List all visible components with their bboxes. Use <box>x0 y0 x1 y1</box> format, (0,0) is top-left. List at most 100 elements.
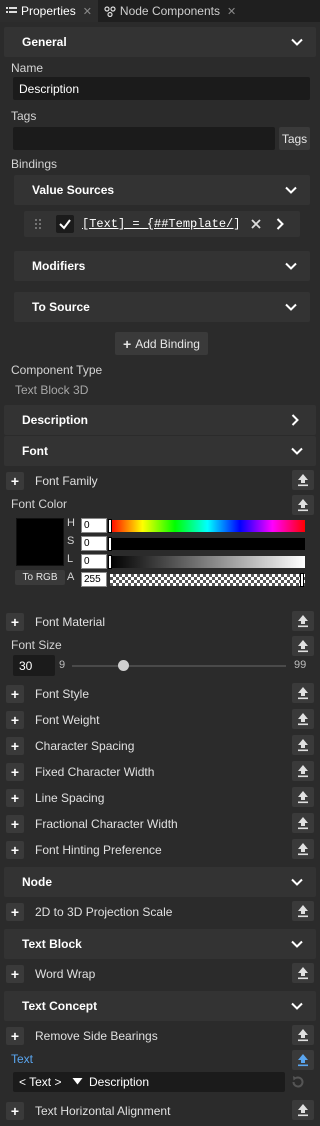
prop-name: Font Weight <box>35 713 100 727</box>
add-property-button[interactable]: + <box>6 613 24 631</box>
add-property-button[interactable]: + <box>6 841 24 859</box>
upload-icon[interactable] <box>292 963 314 983</box>
tab-properties[interactable]: Properties ✕ <box>0 0 98 22</box>
remove-icon[interactable] <box>251 219 261 229</box>
subsection-title: Modifiers <box>32 259 86 273</box>
add-property-button[interactable]: + <box>6 711 24 729</box>
component-type-value: Text Block 3D <box>15 383 89 397</box>
caret-down-icon[interactable] <box>72 1077 83 1085</box>
section-description[interactable]: Description <box>4 405 316 435</box>
tags-label: Tags <box>11 109 37 123</box>
lightness-input[interactable]: 0 <box>81 554 107 569</box>
hue-input[interactable]: 0 <box>81 518 107 533</box>
alpha-input[interactable]: 255 <box>81 572 107 587</box>
section-general[interactable]: General <box>4 27 316 57</box>
subsection-title: Value Sources <box>32 183 115 197</box>
add-property-button[interactable]: + <box>6 965 24 983</box>
l-label: L <box>67 553 74 565</box>
lightness-slider[interactable] <box>110 556 305 568</box>
add-binding-button[interactable]: + Add Binding <box>115 332 208 355</box>
section-node[interactable]: Node <box>4 867 316 897</box>
text-type-selector[interactable]: < Text > <box>19 1075 61 1089</box>
hue-handle[interactable] <box>108 519 112 533</box>
upload-icon[interactable] <box>292 495 314 515</box>
name-label: Name <box>11 61 44 75</box>
alpha-slider[interactable] <box>110 574 305 586</box>
upload-icon[interactable] <box>292 813 314 833</box>
to-source-header[interactable]: To Source <box>14 292 310 322</box>
upload-icon[interactable] <box>292 709 314 729</box>
tags-button[interactable]: Tags <box>279 127 310 150</box>
upload-icon[interactable] <box>292 901 314 921</box>
tags-input[interactable] <box>13 127 275 150</box>
prop-row-remove-side-bearings: + Remove Side Bearings <box>4 1025 316 1047</box>
to-rgb-button[interactable]: To RGB <box>15 570 65 585</box>
prop-row-word-wrap: + Word Wrap <box>4 963 316 985</box>
add-property-button[interactable]: + <box>6 815 24 833</box>
upload-icon[interactable] <box>292 1100 314 1120</box>
add-property-button[interactable]: + <box>6 763 24 781</box>
section-text-block[interactable]: Text Block <box>4 929 316 959</box>
upload-icon[interactable] <box>292 683 314 703</box>
upload-icon[interactable] <box>292 1025 314 1045</box>
add-property-button[interactable]: + <box>6 789 24 807</box>
add-property-button[interactable]: + <box>6 1027 24 1045</box>
close-icon[interactable]: ✕ <box>227 5 236 18</box>
chevron-right-icon <box>291 414 299 426</box>
drag-handle-icon[interactable] <box>35 219 41 229</box>
subsection-title: To Source <box>32 300 90 314</box>
saturation-input[interactable]: 0 <box>81 536 107 551</box>
upload-icon[interactable] <box>292 787 314 807</box>
font-color-label: Font Color <box>11 497 68 511</box>
font-size-slider-track[interactable] <box>72 665 286 667</box>
prop-row-fractional-character-width: + Fractional Character Width <box>4 813 316 835</box>
upload-icon[interactable] <box>292 1050 314 1070</box>
binding-checkbox[interactable] <box>56 215 74 233</box>
font-size-slider-thumb[interactable] <box>118 660 129 671</box>
prop-name: Font Family <box>35 474 98 488</box>
add-property-button[interactable]: + <box>6 472 24 490</box>
section-font[interactable]: Font <box>4 436 316 466</box>
prop-name: Text Horizontal Alignment <box>35 1104 171 1118</box>
chevron-down-icon <box>291 940 303 948</box>
lightness-handle[interactable] <box>108 555 112 569</box>
upload-icon[interactable] <box>292 839 314 859</box>
reset-icon[interactable] <box>290 1074 306 1090</box>
chevron-down-icon <box>291 447 303 455</box>
add-property-button[interactable]: + <box>6 737 24 755</box>
add-property-button[interactable]: + <box>6 1102 24 1120</box>
text-value[interactable]: Description <box>89 1075 149 1089</box>
upload-icon[interactable] <box>292 611 314 631</box>
text-value-field[interactable]: < Text > Description <box>13 1072 285 1092</box>
value-sources-header[interactable]: Value Sources <box>14 175 310 205</box>
prop-row-font-material: + Font Material <box>4 611 316 633</box>
saturation-handle[interactable] <box>108 537 112 551</box>
bindings-label: Bindings <box>11 157 58 171</box>
tab-node-components[interactable]: Node Components ✕ <box>98 0 242 22</box>
prop-row-text-horizontal-alignment: + Text Horizontal Alignment <box>4 1100 316 1122</box>
upload-icon[interactable] <box>292 636 314 656</box>
upload-icon[interactable] <box>292 761 314 781</box>
prop-name: Font Hinting Preference <box>35 843 162 857</box>
prop-name: Font Material <box>35 615 106 629</box>
upload-icon[interactable] <box>292 470 314 490</box>
chevron-down-icon <box>285 303 297 311</box>
hue-slider[interactable] <box>110 520 305 532</box>
modifiers-header[interactable]: Modifiers <box>14 251 310 281</box>
name-field[interactable]: Description <box>13 77 310 100</box>
font-size-label: Font Size <box>11 638 62 652</box>
binding-expression[interactable]: [Text] = {##Template/] <box>82 217 238 231</box>
font-size-input[interactable]: 30 <box>13 655 55 676</box>
upload-icon[interactable] <box>292 735 314 755</box>
binding-row: [Text] = {##Template/] <box>24 211 300 237</box>
saturation-slider[interactable] <box>110 538 305 550</box>
close-icon[interactable]: ✕ <box>83 5 92 18</box>
add-property-button[interactable]: + <box>6 685 24 703</box>
component-type-label: Component Type <box>11 363 103 377</box>
prop-name: Fixed Character Width <box>35 765 155 779</box>
chevron-right-icon[interactable] <box>276 218 284 230</box>
color-swatch[interactable] <box>16 518 64 566</box>
add-property-button[interactable]: + <box>6 903 24 921</box>
section-text-concept[interactable]: Text Concept <box>4 991 316 1021</box>
alpha-handle[interactable] <box>300 573 304 587</box>
